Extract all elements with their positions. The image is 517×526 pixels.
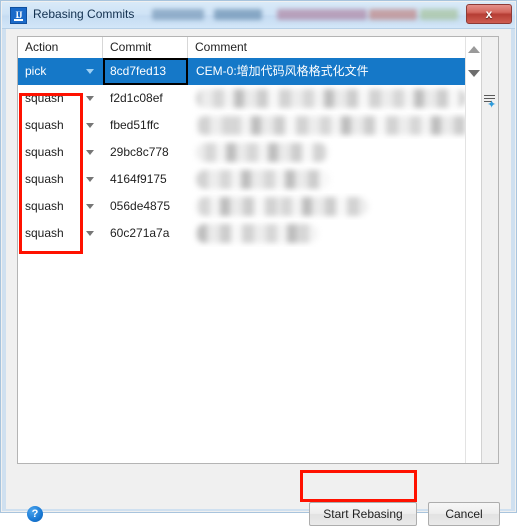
- table-row[interactable]: pick 8cd7fed13 CEM-0:增加代码风格格式化文件: [18, 58, 484, 85]
- intellij-idea-icon-bar: [14, 19, 23, 21]
- action-dropdown[interactable]: squash: [18, 193, 103, 220]
- action-dropdown[interactable]: squash: [18, 166, 103, 193]
- action-value: squash: [25, 91, 64, 105]
- commit-comment-cell[interactable]: CEM-0:增加代码风格格式化文件: [188, 58, 484, 85]
- redacted-commit-message: [196, 224, 318, 243]
- commit-hash-value: 29bc8c778: [110, 145, 169, 159]
- commit-comment-cell[interactable]: [188, 193, 484, 220]
- commit-hash-cell[interactable]: fbed51ffc: [103, 112, 188, 139]
- redacted-title-fragment: [214, 9, 262, 20]
- commit-comment-value: CEM-0:增加代码风格格式化文件: [196, 64, 369, 78]
- chevron-down-icon[interactable]: [86, 204, 94, 209]
- table-row[interactable]: squash f2d1c08ef: [18, 85, 484, 112]
- commit-comment-cell[interactable]: [188, 220, 484, 247]
- speed-search-icon-spark: ✦: [487, 99, 497, 111]
- action-dropdown[interactable]: pick: [18, 58, 103, 85]
- triangle-down-icon[interactable]: [468, 70, 480, 77]
- chevron-down-icon[interactable]: [86, 96, 94, 101]
- table-row[interactable]: squash 4164f9175: [18, 166, 484, 193]
- action-value: squash: [25, 118, 64, 132]
- action-value: squash: [25, 172, 64, 186]
- redacted-commit-message: [196, 197, 368, 216]
- action-dropdown[interactable]: squash: [18, 220, 103, 247]
- rebasing-commits-dialog: IJ Rebasing Commits x Action Commit Comm…: [0, 0, 517, 526]
- chevron-down-icon[interactable]: [86, 123, 94, 128]
- chevron-down-icon[interactable]: [86, 231, 94, 236]
- commit-comment-cell[interactable]: [188, 139, 484, 166]
- dialog-content: Action Commit Comment pick 8cd7fed13 CEM-0…: [6, 29, 511, 526]
- table-row[interactable]: squash 056de4875: [18, 193, 484, 220]
- action-dropdown[interactable]: squash: [18, 112, 103, 139]
- commit-hash-cell[interactable]: 8cd7fed13: [103, 58, 188, 85]
- chevron-down-icon[interactable]: [86, 177, 94, 182]
- redacted-commit-message: [196, 143, 328, 162]
- table-row[interactable]: squash 60c271a7a: [18, 220, 484, 247]
- commit-comment-cell[interactable]: [188, 112, 484, 139]
- action-value: squash: [25, 145, 64, 159]
- speed-search-icon-line: [484, 95, 495, 96]
- redacted-title-fragment: [277, 9, 367, 20]
- action-dropdown[interactable]: squash: [18, 139, 103, 166]
- cancel-button[interactable]: Cancel: [428, 502, 500, 526]
- action-value: squash: [25, 199, 64, 213]
- commit-hash-cell[interactable]: 29bc8c778: [103, 139, 188, 166]
- commit-hash-cell[interactable]: 60c271a7a: [103, 220, 188, 247]
- commit-hash-value: 4164f9175: [110, 172, 167, 186]
- action-value: pick: [25, 64, 47, 78]
- commit-hash-cell[interactable]: f2d1c08ef: [103, 85, 188, 112]
- commits-table-panel: Action Commit Comment pick 8cd7fed13 CEM-0…: [17, 36, 499, 464]
- start-rebasing-button[interactable]: Start Rebasing: [309, 502, 417, 526]
- intellij-idea-icon: IJ: [10, 7, 27, 24]
- commit-comment-cell[interactable]: [188, 166, 484, 193]
- column-header-action[interactable]: Action: [18, 37, 103, 58]
- chevron-down-icon[interactable]: [86, 150, 94, 155]
- commit-hash-cell[interactable]: 056de4875: [103, 193, 188, 220]
- commit-hash-cell[interactable]: 4164f9175: [103, 166, 188, 193]
- commit-comment-cell[interactable]: [188, 85, 484, 112]
- redacted-title-fragment: [152, 9, 204, 20]
- help-icon[interactable]: ?: [27, 506, 43, 522]
- close-button[interactable]: x: [466, 4, 512, 24]
- speed-search-icon[interactable]: ✦: [483, 94, 497, 111]
- commit-hash-value: 60c271a7a: [110, 226, 170, 240]
- table-row[interactable]: squash fbed51ffc: [18, 112, 484, 139]
- commit-hash-value: 056de4875: [110, 199, 171, 213]
- commit-hash-value: f2d1c08ef: [110, 91, 163, 105]
- table-header-row: Action Commit Comment: [18, 37, 484, 59]
- redacted-title-fragment: [420, 9, 458, 20]
- redacted-commit-message: [196, 116, 474, 135]
- vertical-scrollbar[interactable]: [465, 37, 482, 463]
- commits-table-body: pick 8cd7fed13 CEM-0:增加代码风格格式化文件 squash f2d1…: [18, 58, 484, 463]
- redacted-commit-message: [196, 170, 330, 189]
- side-toolbar: ✦: [481, 37, 498, 463]
- action-value: squash: [25, 226, 64, 240]
- redacted-commit-message: [196, 89, 466, 108]
- table-row[interactable]: squash 29bc8c778: [18, 139, 484, 166]
- action-dropdown[interactable]: squash: [18, 85, 103, 112]
- column-header-commit[interactable]: Commit: [103, 37, 188, 58]
- column-header-comment[interactable]: Comment: [188, 37, 484, 58]
- triangle-up-icon[interactable]: [468, 46, 480, 53]
- cell-focus-outline: [103, 58, 188, 85]
- redacted-title-fragment: [369, 9, 417, 20]
- window-title: Rebasing Commits: [33, 7, 135, 21]
- title-bar: IJ Rebasing Commits x: [2, 2, 515, 29]
- chevron-down-icon[interactable]: [86, 69, 94, 74]
- commit-hash-value: fbed51ffc: [110, 118, 160, 132]
